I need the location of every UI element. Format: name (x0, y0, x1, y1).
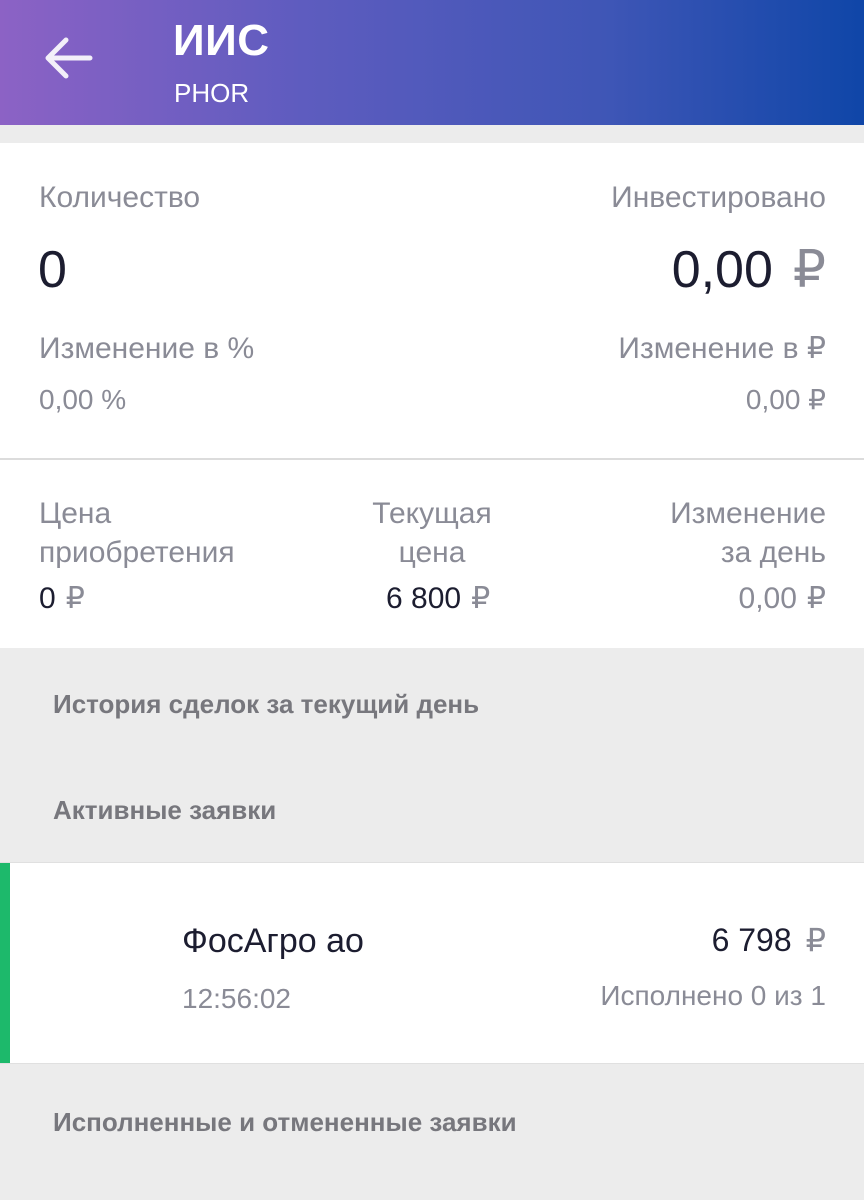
section-completed-orders-title[interactable]: Исполненные и отмененные заявки (53, 1107, 517, 1138)
purchase-price-label-line2: приобретения (39, 536, 235, 569)
invested-label: Инвестировано (611, 181, 826, 214)
change-rub-label: Изменение в ₽ (618, 332, 826, 365)
page-title: ИИС (173, 16, 270, 65)
purchase-price-value: 0 (39, 582, 56, 615)
ruble-sign: ₽ (805, 922, 826, 958)
current-price-value: 6 800 (386, 582, 462, 615)
purchase-price-block: Цена приобретения (39, 494, 235, 572)
order-price: 6 798 ₽ (712, 921, 826, 959)
invested-amount: 0,00 ₽ (672, 244, 826, 296)
price-info-card: Цена приобретения 0 ₽ Текущая цена 6 800 ₽… (0, 460, 864, 648)
change-pct-label: Изменение в % (39, 332, 255, 365)
day-change-label-line2: за день (720, 536, 826, 569)
position-summary-card: Количество 0 Инвестировано 0,00 ₽ Изменен… (0, 143, 864, 459)
arrow-left-icon (45, 37, 93, 79)
day-change: 0,00 ₽ (739, 584, 826, 614)
day-change-value: 0,00 (738, 582, 797, 615)
section-active-orders-title: Активные заявки (53, 795, 277, 825)
invested-value: 0,00 (671, 241, 773, 299)
order-fill-status: Исполнено 0 из 1 (600, 980, 826, 1011)
change-rub-value: 0,00 ₽ (745, 384, 826, 415)
ruble-sign: ₽ (792, 241, 826, 299)
ruble-sign: ₽ (471, 582, 491, 615)
current-price: 6 800 ₽ (386, 584, 490, 614)
current-price-block: Текущая цена (362, 494, 502, 572)
back-button[interactable] (40, 28, 96, 84)
purchase-price: 0 ₽ (39, 584, 85, 614)
order-price-value: 6 798 (711, 922, 792, 958)
quantity-value: 0 (38, 241, 67, 299)
quantity-label: Количество (39, 181, 201, 214)
ruble-sign: ₽ (806, 582, 826, 615)
ruble-sign: ₽ (65, 582, 85, 615)
current-price-label-line2: цена (398, 536, 466, 569)
order-time: 12:56:02 (182, 983, 291, 1014)
order-instrument-name: ФосАгро ао (182, 922, 364, 960)
day-change-block: Изменение за день (670, 494, 826, 572)
app-header: ИИС PHOR (0, 0, 864, 125)
change-pct-value: 0,00 % (39, 384, 127, 415)
current-price-label-line1: Текущая (372, 497, 492, 530)
purchase-price-label-line1: Цена (39, 497, 112, 530)
ticker-label: PHOR (174, 78, 250, 108)
day-change-label-line1: Изменение (670, 497, 826, 530)
order-status-accent (0, 863, 10, 1063)
section-history-title[interactable]: История сделок за текущий день (53, 689, 479, 720)
active-order-item[interactable]: ФосАгро ао 12:56:02 6 798 ₽ Исполнено 0 и… (0, 862, 864, 1064)
